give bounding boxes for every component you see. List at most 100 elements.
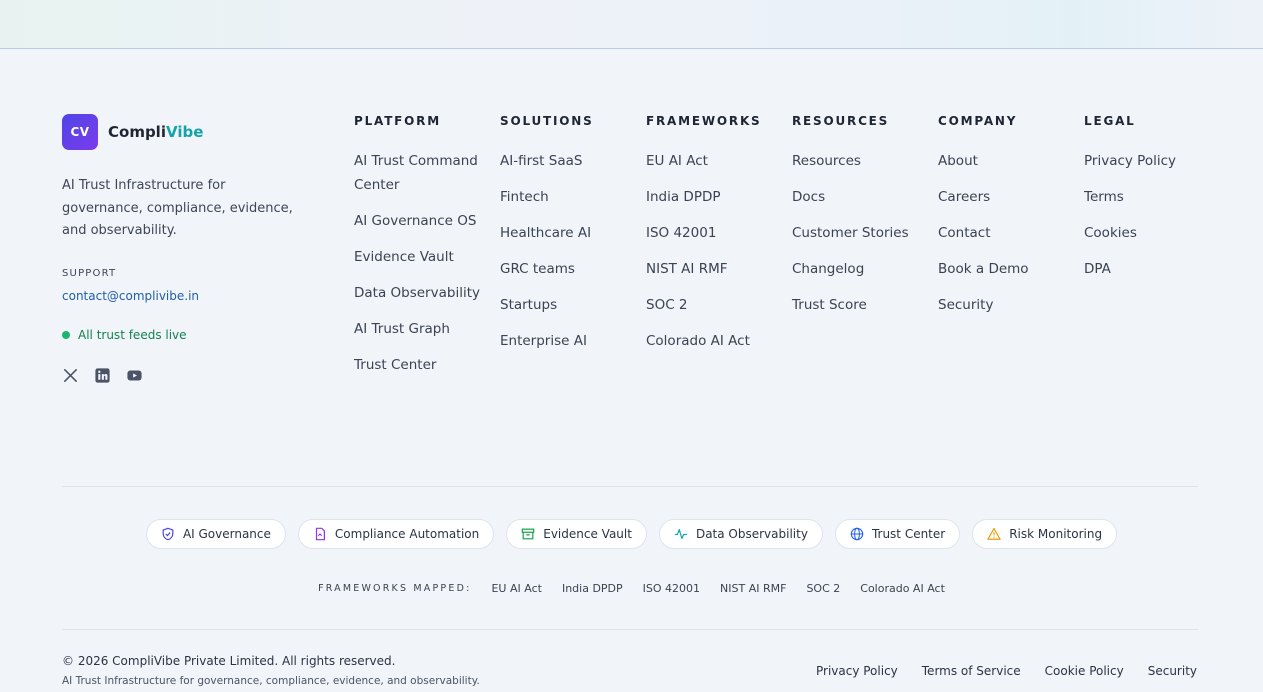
brand-name-part1: Compli xyxy=(108,123,166,141)
footer-link[interactable]: Resources xyxy=(792,149,922,173)
footer-link[interactable]: Trust Score xyxy=(792,293,922,317)
globe-icon xyxy=(850,527,864,541)
capability-chips: AI Governance Compliance Automation Evid… xyxy=(0,519,1263,549)
footer-column-platform: PLATFORM AI Trust Command Center AI Govern… xyxy=(354,113,484,389)
footer-link[interactable]: Cookies xyxy=(1084,221,1214,245)
footer-link[interactable]: Docs xyxy=(792,185,922,209)
chip-evidence-vault[interactable]: Evidence Vault xyxy=(506,519,647,549)
support-label: SUPPORT xyxy=(62,268,117,279)
footer-link[interactable]: Changelog xyxy=(792,257,922,281)
chip-label: Compliance Automation xyxy=(334,527,480,541)
footer-link-cookie-policy[interactable]: Cookie Policy xyxy=(1045,664,1124,678)
framework-tag: ISO 42001 xyxy=(642,582,701,595)
divider xyxy=(62,486,1198,487)
youtube-icon[interactable] xyxy=(126,367,143,384)
top-gradient-band xyxy=(0,0,1263,49)
pulse-icon xyxy=(674,527,688,541)
footer-link[interactable]: Startups xyxy=(500,293,630,317)
framework-tag: Colorado AI Act xyxy=(860,582,945,595)
footer-link[interactable]: ISO 42001 xyxy=(646,221,776,245)
social-links xyxy=(62,367,143,384)
column-links: AI Trust Command Center AI Governance OS E… xyxy=(354,149,484,377)
chip-label: Risk Monitoring xyxy=(1009,527,1103,541)
footer-link[interactable]: Careers xyxy=(938,185,1068,209)
footer-column-solutions: SOLUTIONS AI-first SaaS Fintech Healthcare … xyxy=(500,113,630,365)
chip-label: AI Governance xyxy=(182,527,271,541)
chip-compliance-automation[interactable]: Compliance Automation xyxy=(297,519,495,549)
column-title: RESOURCES xyxy=(792,114,890,128)
column-links: EU AI Act India DPDP ISO 42001 NIST AI RMF S… xyxy=(646,149,776,353)
footer-link[interactable]: Customer Stories xyxy=(792,221,922,245)
footer-link[interactable]: EU AI Act xyxy=(646,149,776,173)
footer-link[interactable]: AI Trust Command Center xyxy=(354,149,484,197)
brand-tagline: AI Trust Infrastructure for governance, … xyxy=(62,178,293,238)
footer-link[interactable]: AI Trust Graph xyxy=(354,317,484,341)
support-email-link[interactable]: contact@complivibe.in xyxy=(62,289,199,303)
footer-legal-links: Privacy Policy Terms of Service Cookie P… xyxy=(816,664,1197,678)
column-title: COMPANY xyxy=(938,114,1018,128)
footer-link[interactable]: GRC teams xyxy=(500,257,630,281)
document-icon xyxy=(313,527,327,541)
footer-link-privacy-policy[interactable]: Privacy Policy xyxy=(816,664,898,678)
shield-icon xyxy=(161,527,175,541)
footer-link[interactable]: Privacy Policy xyxy=(1084,149,1214,173)
frameworks-mapped-label: FRAMEWORKS MAPPED: xyxy=(318,583,472,594)
footer-link[interactable]: Terms xyxy=(1084,185,1214,209)
framework-tag: India DPDP xyxy=(561,582,623,595)
brand-name: CompliVibe xyxy=(108,123,203,141)
column-links: Privacy Policy Terms Cookies DPA xyxy=(1084,149,1214,281)
footer-link[interactable]: Contact xyxy=(938,221,1068,245)
chip-trust-center[interactable]: Trust Center xyxy=(834,519,961,549)
status-indicator: All trust feeds live xyxy=(62,328,187,342)
footer-column-company: COMPANY About Careers Contact Book a Demo Sec… xyxy=(938,113,1068,329)
footer-link[interactable]: India DPDP xyxy=(646,185,776,209)
linkedin-icon[interactable] xyxy=(94,367,111,384)
chip-data-observability[interactable]: Data Observability xyxy=(658,519,823,549)
footer-link[interactable]: Colorado AI Act xyxy=(646,329,776,353)
footer-link-security[interactable]: Security xyxy=(1148,664,1197,678)
footer-link[interactable]: DPA xyxy=(1084,257,1214,281)
footer-link[interactable]: Enterprise AI xyxy=(500,329,630,353)
footer-column-resources: RESOURCES Resources Docs Customer Stories Ch… xyxy=(792,113,922,329)
chip-ai-governance[interactable]: AI Governance xyxy=(145,519,286,549)
column-links: AI-first SaaS Fintech Healthcare AI GRC tea… xyxy=(500,149,630,353)
footer-link[interactable]: Data Observability xyxy=(354,281,484,305)
footer-column-legal: LEGAL Privacy Policy Terms Cookies DPA xyxy=(1084,113,1214,293)
footer-link[interactable]: Evidence Vault xyxy=(354,245,484,269)
footer-link[interactable]: SOC 2 xyxy=(646,293,776,317)
copyright-text: © 2026 CompliVibe Private Limited. All r… xyxy=(62,654,396,668)
footer-subtext: AI Trust Infrastructure for governance, … xyxy=(62,675,480,687)
footer-link[interactable]: Security xyxy=(938,293,1068,317)
footer-link[interactable]: Trust Center xyxy=(354,353,484,377)
brand-name-part2: Vibe xyxy=(165,123,204,141)
footer-link[interactable]: AI Governance OS xyxy=(354,209,484,233)
footer-link[interactable]: Book a Demo xyxy=(938,257,1068,281)
column-title: FRAMEWORKS xyxy=(646,114,762,128)
framework-tag: NIST AI RMF xyxy=(720,582,787,595)
column-title: LEGAL xyxy=(1084,114,1136,128)
brand-logo: CV xyxy=(62,114,98,150)
framework-tag: EU AI Act xyxy=(491,582,542,595)
chip-label: Data Observability xyxy=(695,527,808,541)
column-title: SOLUTIONS xyxy=(500,114,594,128)
x-icon[interactable] xyxy=(62,367,79,384)
divider xyxy=(62,629,1198,630)
column-links: Resources Docs Customer Stories Changelog Tr… xyxy=(792,149,922,317)
frameworks-mapped-row: FRAMEWORKS MAPPED: EU AI Act India DPDP … xyxy=(0,582,1263,595)
footer-column-frameworks: FRAMEWORKS EU AI Act India DPDP ISO 42001 NI… xyxy=(646,113,776,365)
footer-link-terms-of-service[interactable]: Terms of Service xyxy=(922,664,1021,678)
chip-label: Trust Center xyxy=(871,527,946,541)
column-links: About Careers Contact Book a Demo Security xyxy=(938,149,1068,317)
footer-link[interactable]: Healthcare AI xyxy=(500,221,630,245)
column-title: PLATFORM xyxy=(354,114,441,128)
brand[interactable]: CV CompliVibe xyxy=(62,114,203,150)
status-text: All trust feeds live xyxy=(78,328,187,342)
chip-risk-monitoring[interactable]: Risk Monitoring xyxy=(972,519,1118,549)
footer-link[interactable]: AI-first SaaS xyxy=(500,149,630,173)
footer-link[interactable]: Fintech xyxy=(500,185,630,209)
status-dot xyxy=(62,331,70,339)
footer-link[interactable]: About xyxy=(938,149,1068,173)
warning-icon xyxy=(987,527,1001,541)
framework-tag: SOC 2 xyxy=(806,582,841,595)
footer-link[interactable]: NIST AI RMF xyxy=(646,257,776,281)
